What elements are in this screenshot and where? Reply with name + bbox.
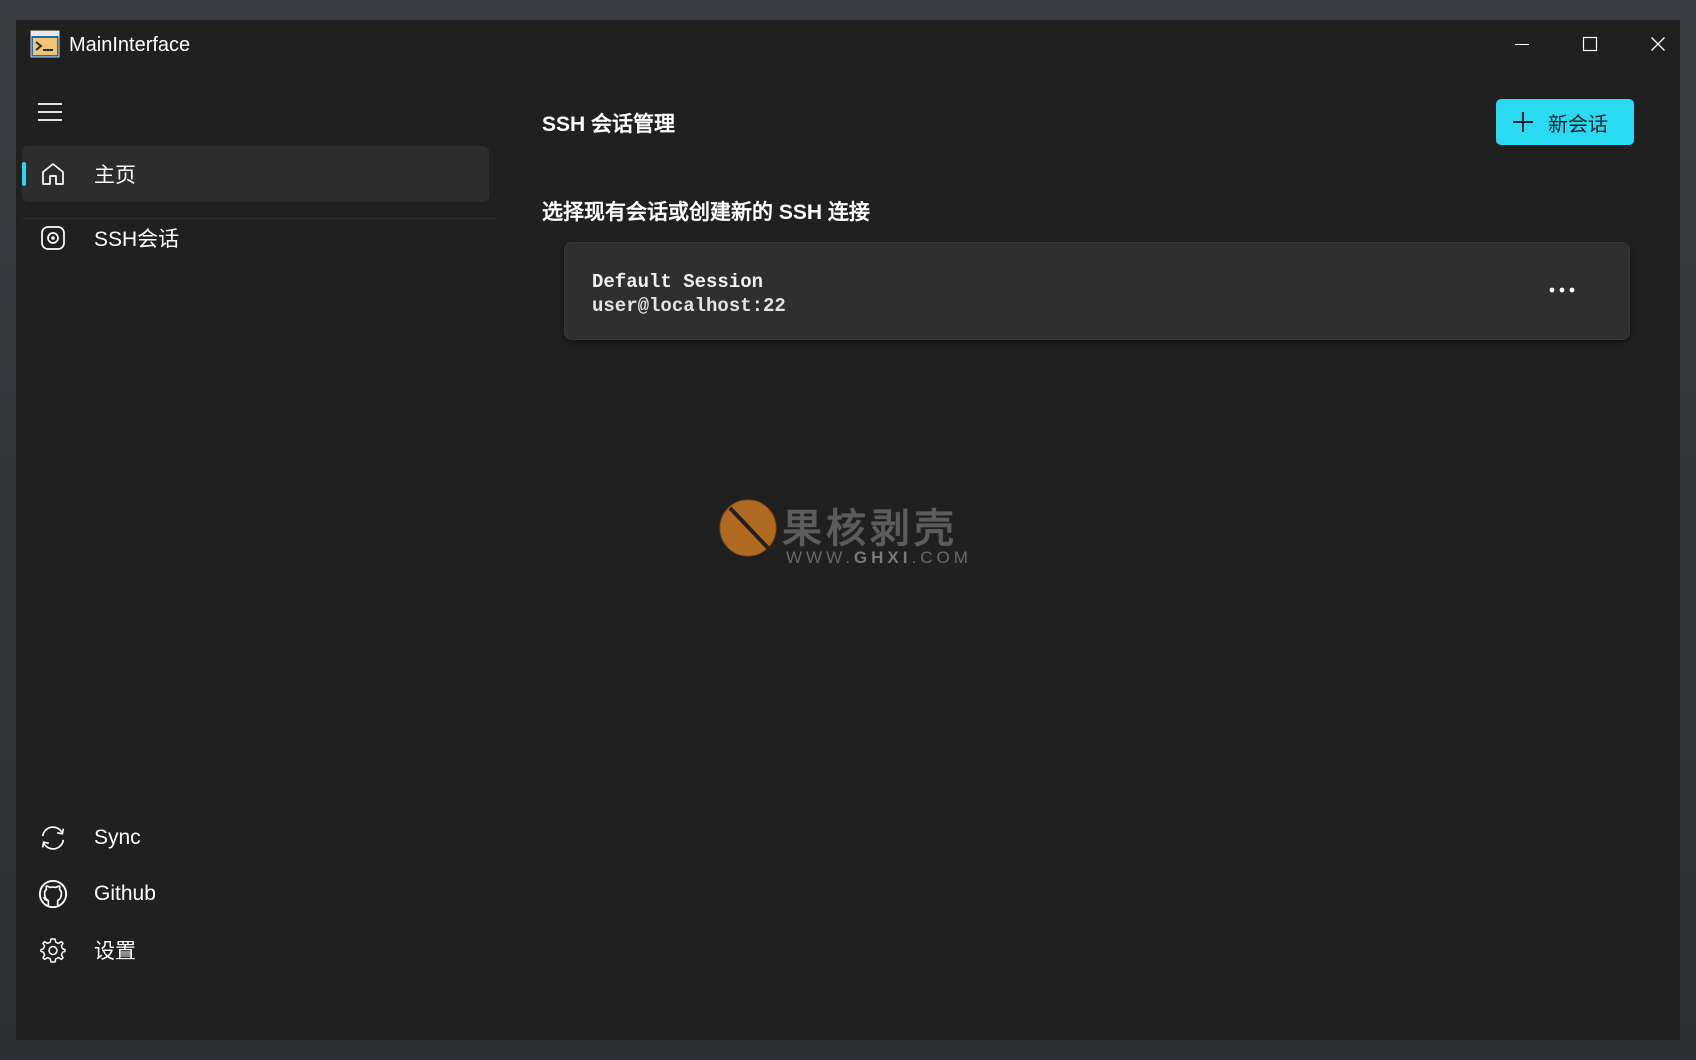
gear-icon bbox=[38, 935, 68, 965]
close-icon bbox=[1651, 37, 1665, 51]
close-button[interactable] bbox=[1624, 20, 1692, 68]
new-session-button[interactable]: 新会话 bbox=[1496, 99, 1634, 145]
session-more-button[interactable] bbox=[1544, 272, 1580, 308]
sidebar-item-sync[interactable]: Sync bbox=[22, 810, 496, 866]
sidebar-item-label: 设置 bbox=[94, 940, 136, 963]
sidebar-item-settings[interactable]: 设置 bbox=[22, 922, 496, 978]
minimize-icon bbox=[1515, 44, 1529, 45]
title-bar[interactable]: MainInterface bbox=[16, 20, 1680, 68]
plus-icon bbox=[1513, 112, 1533, 132]
page-subtitle: 选择现有会话或创建新的 SSH 连接 bbox=[542, 201, 870, 224]
session-card[interactable]: Default Session user@localhost:22 bbox=[564, 242, 1630, 340]
app-terminal-icon bbox=[30, 30, 60, 58]
window-frame: MainInterface 主页 SSH会话 Sync Github 设置 SS… bbox=[0, 0, 1696, 1060]
sidebar-item-label: Github bbox=[94, 882, 156, 905]
sidebar-item-home[interactable]: 主页 bbox=[22, 146, 489, 202]
sidebar-item-label: Sync bbox=[94, 826, 141, 849]
watermark-url: WWW.GHXI.COM bbox=[786, 548, 972, 568]
watermark-logo-icon bbox=[719, 499, 777, 557]
new-session-label: 新会话 bbox=[1548, 113, 1608, 136]
watermark-url-main: GHXI bbox=[853, 548, 912, 567]
sidebar-item-ssh[interactable]: SSH会话 bbox=[22, 210, 496, 266]
sidebar-item-github[interactable]: Github bbox=[22, 866, 496, 922]
hamburger-icon bbox=[38, 103, 62, 121]
sidebar-item-label: SSH会话 bbox=[94, 228, 180, 251]
github-icon bbox=[38, 879, 68, 909]
window-title: MainInterface bbox=[69, 34, 191, 56]
minimize-button[interactable] bbox=[1488, 20, 1556, 68]
home-icon bbox=[38, 159, 68, 189]
page-title: SSH 会话管理 bbox=[542, 113, 676, 136]
watermark-url-prefix: WWW. bbox=[786, 548, 854, 567]
watermark: 果核剥壳 WWW.GHXI.COM bbox=[718, 496, 998, 576]
maximize-icon bbox=[1582, 36, 1598, 52]
sync-icon bbox=[38, 823, 68, 853]
active-indicator bbox=[22, 162, 26, 186]
maximize-button[interactable] bbox=[1556, 20, 1624, 68]
main-window: MainInterface 主页 SSH会话 Sync Github 设置 SS… bbox=[16, 20, 1680, 1040]
menu-toggle-button[interactable] bbox=[32, 94, 68, 130]
ssh-icon bbox=[38, 223, 68, 253]
sidebar: 主页 SSH会话 Sync Github 设置 bbox=[16, 68, 496, 1040]
more-options-icon bbox=[1549, 287, 1575, 293]
sidebar-item-label: 主页 bbox=[94, 164, 136, 187]
session-name: Default Session bbox=[592, 271, 764, 293]
session-host: user@localhost:22 bbox=[592, 295, 786, 317]
watermark-url-suffix: .COM bbox=[911, 548, 972, 567]
watermark-title: 果核剥壳 bbox=[782, 507, 958, 551]
